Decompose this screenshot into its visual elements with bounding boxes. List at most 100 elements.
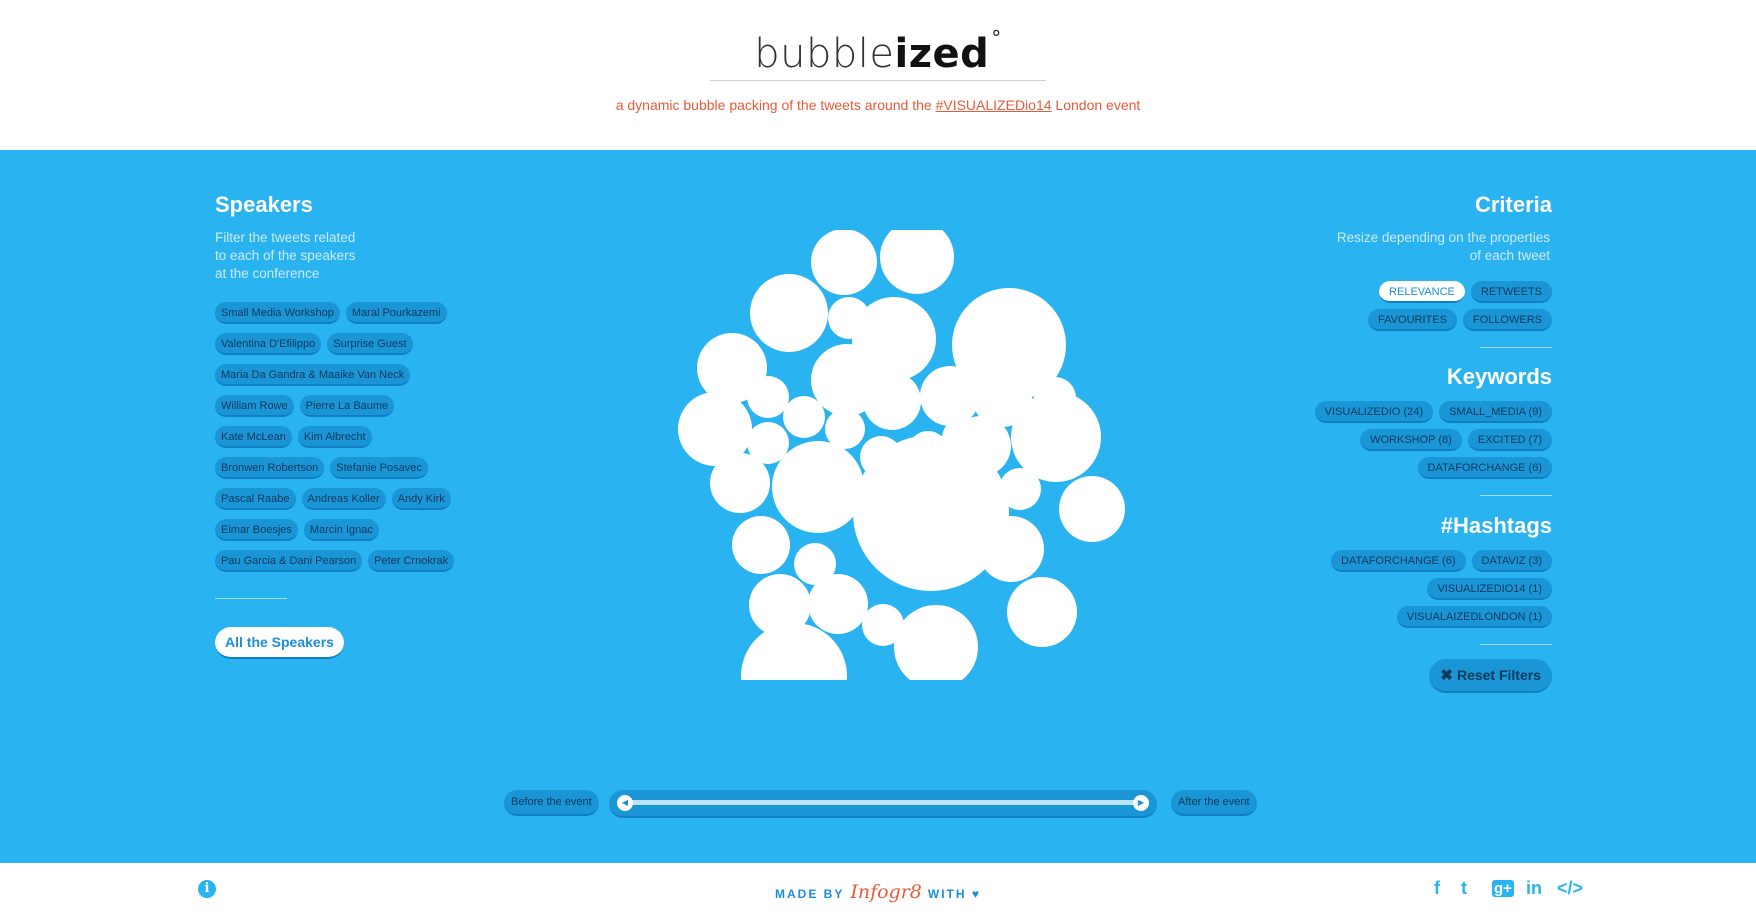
slider-left-handle[interactable]: ◀ [617,795,633,811]
slider-fill [623,800,1143,805]
reset-filters-label: Reset Filters [1456,667,1541,683]
header: bubbleized ° a dynamic bubble packing of … [0,0,1756,150]
speaker-filter-button[interactable]: Eimar Boesjes [215,519,298,541]
speaker-filter-button[interactable]: Kate McLean [215,426,292,448]
tweet-bubble[interactable] [894,605,978,680]
tweet-bubble[interactable] [863,372,921,430]
speaker-filter-button[interactable]: Kim Albrecht [297,426,372,448]
with-label: WITH [927,887,967,901]
criteria-button[interactable]: RETWEETS [1470,281,1552,303]
hashtags-row: VISUALAIZEDLONDON (1) [1396,606,1552,628]
keywords-row: VISUALIZEDIO (24) SMALL_MEDIA (9) [1314,401,1552,423]
tagline-hashtag-link[interactable]: #VISUALIZEDio14 [936,97,1052,113]
hashtags-row: DATAFORCHANGE (6) DATAVIZ (3) [1331,550,1552,572]
slider-right-handle[interactable]: ▶ [1133,795,1149,811]
linkedin-icon[interactable]: in [1526,878,1542,899]
speaker-row: Pascal Raabe Andreas Koller Andy Kirk [215,488,451,510]
reset-filters-button[interactable]: ✖ Reset Filters [1429,659,1552,693]
speaker-filter-button[interactable]: Peter Crnokrak [368,550,455,572]
embed-code-icon[interactable]: </> [1557,878,1583,899]
tweet-bubble[interactable] [978,516,1044,582]
speaker-row: William Rowe Pierre La Baume [215,395,395,417]
keyword-filter-button[interactable]: DATAFORCHANGE (6) [1417,457,1552,479]
speaker-filter-button[interactable]: Pau Garcia & Dani Pearson [215,550,363,572]
tweet-bubble[interactable] [1059,476,1125,542]
speaker-row: Bronwen Robertson Stefanie Posavec [215,457,428,479]
keyword-filter-button[interactable]: VISUALIZEDIO (24) [1314,401,1434,423]
facebook-icon[interactable]: f [1434,878,1440,899]
criteria-button[interactable]: FAVOURITES [1368,309,1457,331]
speaker-filter-button[interactable]: Stefanie Posavec [330,457,428,479]
tweet-bubble[interactable] [1007,577,1077,647]
after-event-button[interactable]: After the event [1171,790,1257,816]
speaker-row: Small Media Workshop Maral Pourkazemi [215,302,447,324]
speaker-row: Maria Da Gandra & Maaike Van Neck [215,364,411,386]
bubble-pack-chart [678,230,1125,680]
google-plus-icon[interactable]: g+ [1492,880,1514,897]
speaker-row: Pau Garcia & Dani Pearson Peter Crnokrak [215,550,455,572]
tweet-bubble[interactable] [747,376,789,418]
hashtags-row: VISUALIZEDIO14 (1) [1427,578,1552,600]
tweet-bubble[interactable] [811,230,877,295]
tweet-bubble[interactable] [710,453,770,513]
speaker-filter-button[interactable]: Small Media Workshop [215,302,340,324]
speaker-row: Eimar Boesjes Marcin Ignac [215,519,379,541]
criteria-title: Criteria [1474,192,1552,217]
speakers-desc-line: Filter the tweets related [215,230,356,245]
hashtags-title: #Hashtags [1440,513,1552,538]
speakers-description: Filter the tweets related to each of the… [215,229,355,283]
criteria-button[interactable]: RELEVANCE [1379,281,1465,303]
criteria-desc-line: Resize depending on the properties [1336,230,1550,245]
speakers-desc-line: at the conference [215,266,320,281]
tagline-post: London event [1051,97,1141,113]
speaker-filter-button[interactable]: William Rowe [215,395,294,417]
close-icon: ✖ [1440,667,1453,684]
logo-mark: ° [991,26,1002,50]
tweet-bubble[interactable] [783,396,825,438]
speaker-filter-button[interactable]: Andreas Koller [301,488,386,510]
keywords-row: WORKSHOP (8) EXCITED (7) [1360,429,1552,451]
tweet-bubble[interactable] [750,274,828,352]
hashtag-filter-button[interactable]: VISUALAIZEDLONDON (1) [1396,606,1552,628]
tweet-bubble[interactable] [772,441,864,533]
tweet-bubble[interactable] [808,574,868,634]
speaker-filter-button[interactable]: Pascal Raabe [215,488,296,510]
speakers-divider [215,598,287,599]
keyword-filter-button[interactable]: SMALL_MEDIA (9) [1439,401,1552,423]
infogr8-logo-link[interactable]: Infogr8 [850,881,922,903]
criteria-button[interactable]: FOLLOWERS [1462,309,1552,331]
keyword-filter-button[interactable]: EXCITED (7) [1467,429,1552,451]
hashtags-divider [1480,644,1552,645]
hashtag-filter-button[interactable]: VISUALIZEDIO14 (1) [1427,578,1552,600]
logo-light: bubble [754,31,895,77]
tweet-bubble[interactable] [920,366,980,426]
time-range-slider[interactable]: ◀ ▶ [609,790,1157,818]
logo-divider [710,80,1046,81]
speaker-filter-button[interactable]: Maral Pourkazemi [345,302,447,324]
tweet-bubble[interactable] [732,516,790,574]
keyword-filter-button[interactable]: WORKSHOP (8) [1360,429,1462,451]
speaker-filter-button[interactable]: Maria Da Gandra & Maaike Van Neck [215,364,411,386]
main-panel: Speakers Filter the tweets related to ea… [0,150,1756,863]
tweet-bubble[interactable] [880,230,954,294]
logo-bold: ized [894,31,990,77]
all-speakers-button[interactable]: All the Speakers [215,627,344,659]
tweet-bubble[interactable] [828,297,870,339]
hashtag-filter-button[interactable]: DATAFORCHANGE (6) [1331,550,1466,572]
speaker-filter-button[interactable]: Pierre La Baume [299,395,395,417]
speaker-filter-button[interactable]: Valentina D'Efilippo [215,333,322,355]
hashtag-filter-button[interactable]: DATAVIZ (3) [1471,550,1552,572]
twitter-icon[interactable]: t [1461,878,1467,899]
made-by-label: MADE BY [774,887,845,901]
tagline: a dynamic bubble packing of the tweets a… [0,97,1756,113]
speaker-row: Kate McLean Kim Albrecht [215,426,372,448]
keywords-row: DATAFORCHANGE (6) [1417,457,1552,479]
criteria-row: RELEVANCE RETWEETS [1379,281,1552,303]
before-event-button[interactable]: Before the event [504,790,599,816]
speaker-filter-button[interactable]: Andy Kirk [391,488,451,510]
criteria-divider [1480,347,1552,348]
speaker-filter-button[interactable]: Bronwen Robertson [215,457,325,479]
speaker-filter-button[interactable]: Marcin Ignac [303,519,379,541]
speaker-filter-button[interactable]: Surprise Guest [327,333,413,355]
tweet-bubble[interactable] [999,468,1041,510]
